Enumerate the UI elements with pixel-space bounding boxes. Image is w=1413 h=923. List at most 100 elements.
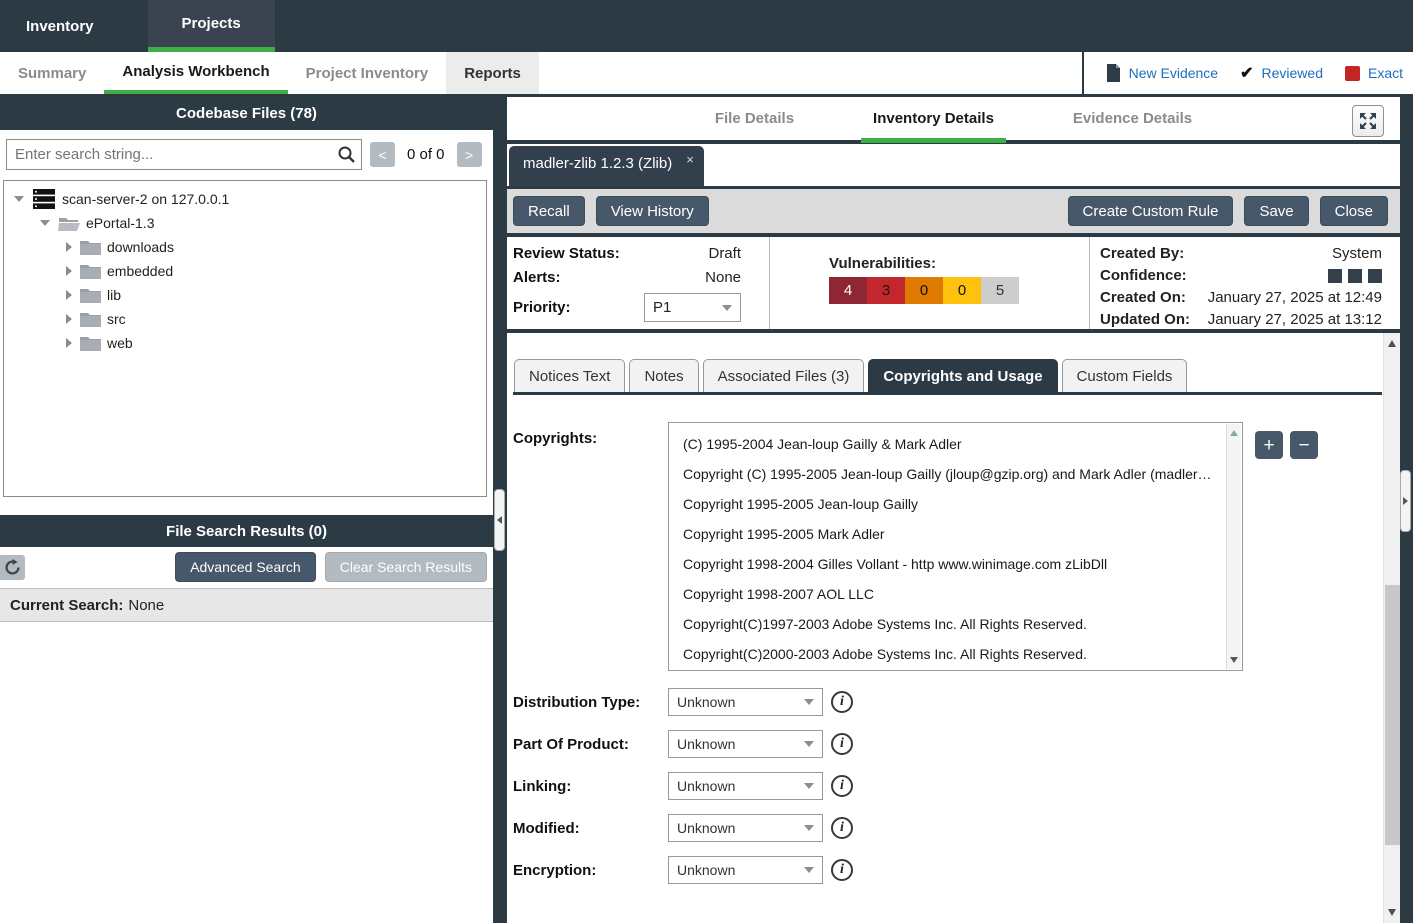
tab-copyrights-and-usage[interactable]: Copyrights and Usage [868, 359, 1057, 392]
legend-new-evidence[interactable]: New Evidence [1106, 64, 1219, 82]
top-tab-inventory[interactable]: Inventory [0, 0, 120, 52]
vuln-unknown-count[interactable]: 5 [981, 277, 1019, 304]
tab-associated-files[interactable]: Associated Files (3) [703, 359, 865, 392]
copyright-item[interactable]: Copyright (C) 1995-2005 Jean-loup Gailly… [683, 459, 1218, 489]
search-next-button[interactable]: > [457, 142, 482, 167]
scroll-down-icon[interactable] [1388, 909, 1396, 916]
create-custom-rule-button[interactable]: Create Custom Rule [1068, 196, 1234, 226]
tab-notices-text[interactable]: Notices Text [514, 359, 625, 392]
tab-notes[interactable]: Notes [629, 359, 698, 392]
recall-button[interactable]: Recall [513, 196, 585, 226]
legend-exact[interactable]: Exact [1345, 65, 1403, 81]
info-icon[interactable]: i [831, 733, 853, 755]
tree-node-src[interactable]: src [4, 307, 486, 331]
tab-summary[interactable]: Summary [0, 52, 104, 94]
priority-select[interactable]: P1 [644, 293, 741, 322]
tree-node-web[interactable]: web [4, 331, 486, 355]
folder-icon [80, 287, 101, 303]
close-button[interactable]: Close [1320, 196, 1388, 226]
status-review-column: Review Status: Draft Alerts: None Priori… [507, 237, 770, 329]
tab-reports[interactable]: Reports [446, 52, 539, 94]
copyright-item[interactable]: Copyright 1998-2004 Gilles Vollant - htt… [683, 549, 1218, 579]
confidence-indicator [1328, 269, 1382, 283]
search-icon[interactable] [337, 145, 356, 164]
remove-copyright-button[interactable]: − [1290, 431, 1318, 459]
copyright-item[interactable]: Copyright(C)1997-2003 Adobe Systems Inc.… [683, 609, 1218, 639]
copyrights-list[interactable]: (C) 1995-2004 Jean-loup Gailly & Mark Ad… [668, 422, 1243, 671]
copyrights-label: Copyrights: [513, 422, 668, 671]
maximize-button[interactable] [1352, 105, 1384, 137]
clear-search-results-button[interactable]: Clear Search Results [325, 552, 487, 582]
codebase-files-header: Codebase Files (78) [0, 97, 493, 130]
tab-inventory-details[interactable]: Inventory Details [861, 100, 1006, 143]
encryption-select[interactable]: Unknown [668, 856, 823, 884]
right-splitter[interactable] [1400, 97, 1413, 923]
tab-evidence-details[interactable]: Evidence Details [1061, 97, 1204, 140]
vulnerabilities-bar[interactable]: 4 3 0 0 5 [829, 277, 1089, 304]
tree-node-downloads[interactable]: downloads [4, 235, 486, 259]
inventory-item-tab[interactable]: madler-zlib 1.2.3 (Zlib) × [509, 146, 704, 186]
collapsed-arrow-icon[interactable] [66, 314, 72, 324]
refresh-button[interactable] [0, 555, 25, 580]
linking-select[interactable]: Unknown [668, 772, 823, 800]
collapse-right-handle[interactable] [1400, 470, 1411, 532]
top-tab-projects[interactable]: Projects [148, 0, 275, 52]
collapsed-arrow-icon[interactable] [66, 338, 72, 348]
copyright-item[interactable]: Copyright 1995-2005 Jean-loup Gailly [683, 489, 1218, 519]
tab-project-inventory[interactable]: Project Inventory [288, 52, 447, 94]
scroll-down-icon[interactable] [1230, 657, 1238, 663]
created-by-label: Created By: [1100, 245, 1184, 262]
encryption-label: Encryption: [513, 862, 668, 879]
modified-select[interactable]: Unknown [668, 814, 823, 842]
tree-node-eportal[interactable]: ePortal-1.3 [4, 211, 486, 235]
tab-custom-fields[interactable]: Custom Fields [1062, 359, 1188, 392]
view-history-button[interactable]: View History [596, 196, 709, 226]
expand-arrow-icon[interactable] [14, 196, 24, 202]
info-icon[interactable]: i [831, 691, 853, 713]
collapsed-arrow-icon[interactable] [66, 290, 72, 300]
alerts-value: None [705, 269, 741, 286]
tree-node-lib[interactable]: lib [4, 283, 486, 307]
advanced-search-button[interactable]: Advanced Search [175, 552, 316, 582]
status-created-column: Created By: System Confidence: Created O… [1090, 237, 1400, 329]
save-button[interactable]: Save [1244, 196, 1308, 226]
part-of-product-select[interactable]: Unknown [668, 730, 823, 758]
vuln-high-count[interactable]: 3 [867, 277, 905, 304]
chevron-left-icon [497, 516, 502, 524]
scroll-up-icon[interactable] [1388, 340, 1396, 347]
collapsed-arrow-icon[interactable] [66, 242, 72, 252]
scroll-up-icon[interactable] [1230, 430, 1238, 436]
copyright-item[interactable]: Copyright(C)2000-2003 Adobe Systems Inc.… [683, 639, 1218, 669]
add-copyright-button[interactable]: + [1255, 431, 1283, 459]
vuln-low-count[interactable]: 0 [943, 277, 981, 304]
vuln-medium-count[interactable]: 0 [905, 277, 943, 304]
field-row-linking: Linking: Unknown i [513, 772, 1382, 800]
copyright-item[interactable]: Copyright 1998-2007 AOL LLC [683, 579, 1218, 609]
collapsed-arrow-icon[interactable] [66, 266, 72, 276]
field-row-distribution-type: Distribution Type: Unknown i [513, 688, 1382, 716]
tree-node-embedded[interactable]: embedded [4, 259, 486, 283]
tab-analysis-workbench[interactable]: Analysis Workbench [104, 52, 287, 94]
main-scrollbar[interactable] [1383, 333, 1400, 923]
expand-arrow-icon[interactable] [40, 220, 50, 226]
copyright-item[interactable]: Copyright 1995-2005 Mark Adler [683, 519, 1218, 549]
info-icon[interactable]: i [831, 859, 853, 881]
inventory-detail-content: Notices Text Notes Associated Files (3) … [507, 333, 1400, 923]
tab-file-details[interactable]: File Details [703, 97, 806, 140]
vuln-critical-count[interactable]: 4 [829, 277, 867, 304]
search-prev-button[interactable]: < [370, 142, 395, 167]
tree-node-server[interactable]: scan-server-2 on 127.0.0.1 [4, 187, 486, 211]
part-of-product-label: Part Of Product: [513, 736, 668, 753]
copyrights-scrollbar[interactable] [1226, 424, 1241, 669]
info-icon[interactable]: i [831, 775, 853, 797]
close-tab-icon[interactable]: × [686, 152, 694, 167]
scrollbar-thumb[interactable] [1385, 585, 1400, 845]
info-icon[interactable]: i [831, 817, 853, 839]
copyright-item[interactable]: (C) 1995-2004 Jean-loup Gailly & Mark Ad… [683, 429, 1218, 459]
left-splitter[interactable] [493, 97, 507, 923]
distribution-type-select[interactable]: Unknown [668, 688, 823, 716]
legend-reviewed[interactable]: ✔ Reviewed [1240, 63, 1323, 83]
copyrights-section: Copyrights: (C) 1995-2004 Jean-loup Gail… [513, 422, 1382, 671]
codebase-search-input[interactable] [6, 139, 362, 170]
collapse-left-handle[interactable] [494, 489, 505, 551]
